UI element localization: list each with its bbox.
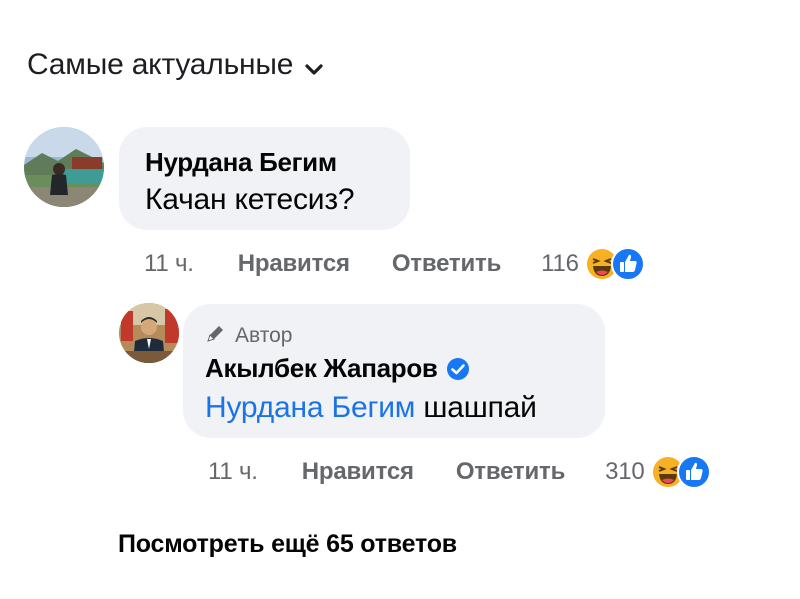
reply-time[interactable]: 11 ч.	[208, 458, 258, 486]
reply-button[interactable]: Ответить	[456, 458, 566, 486]
avatar[interactable]	[24, 127, 104, 207]
avatar[interactable]	[119, 303, 179, 363]
mention-link[interactable]: Нурдана Бегим	[205, 391, 415, 424]
comment-time[interactable]: 11 ч.	[144, 250, 194, 278]
view-more-replies-link[interactable]: Посмотреть ещё 65 ответов	[118, 530, 457, 559]
author-badge: Автор	[205, 322, 292, 350]
reply-author-row: Акылбек Жапаров	[205, 353, 470, 384]
pen-icon	[205, 322, 235, 350]
reply-text: шашпай	[423, 391, 537, 424]
like-button[interactable]: Нравится	[302, 458, 414, 486]
comment-actions: 11 ч. Нравится Ответить 116	[144, 247, 645, 281]
reply-bubble: Автор Акылбек Жапаров Нурдана Бегим шашп…	[183, 304, 605, 438]
like-icon	[610, 247, 645, 281]
reaction-summary[interactable]	[650, 455, 711, 489]
reply-author[interactable]: Акылбек Жапаров	[205, 353, 438, 384]
reply-text-row: Нурдана Бегим шашпай	[205, 391, 537, 425]
reaction-summary[interactable]	[584, 247, 645, 281]
sort-label: Самые актуальные	[27, 48, 294, 81]
reply-actions: 11 ч. Нравится Ответить 310	[208, 455, 711, 489]
author-badge-label: Автор	[235, 324, 293, 347]
verified-check-icon	[446, 357, 470, 381]
chevron-down-icon	[303, 54, 325, 76]
comment-text: Качан кетесиз?	[145, 183, 355, 216]
like-icon	[676, 455, 711, 489]
reaction-count[interactable]: 116	[541, 250, 579, 278]
reply-button[interactable]: Ответить	[392, 250, 502, 278]
like-button[interactable]: Нравится	[238, 250, 350, 278]
comment-bubble: Нурдана Бегим Качан кетесиз?	[119, 127, 410, 230]
sort-dropdown[interactable]: Самые актуальные	[27, 48, 325, 82]
reaction-count[interactable]: 310	[605, 458, 645, 486]
comment-author[interactable]: Нурдана Бегим	[145, 147, 337, 178]
